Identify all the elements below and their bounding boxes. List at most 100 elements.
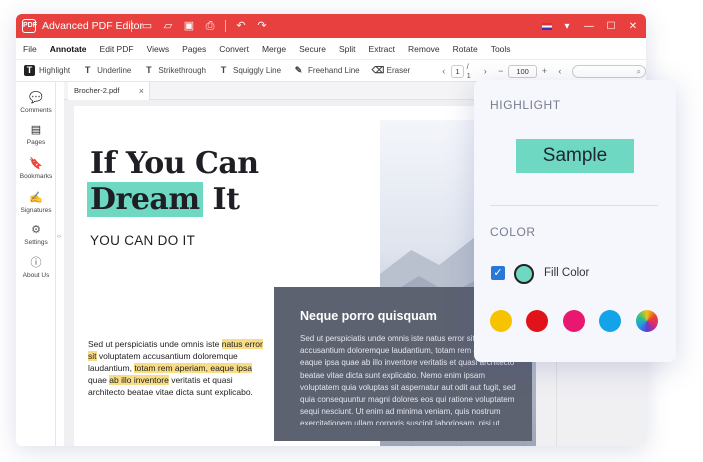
menu-split[interactable]: Split: [339, 44, 356, 54]
resize-arrows-icon: ‹›: [57, 234, 61, 240]
quote-box-title: Neque porro quisquam: [300, 309, 437, 323]
menu-merge[interactable]: Merge: [262, 44, 286, 54]
underline-tool[interactable]: T Underline: [82, 65, 132, 76]
left-sidebar: 💬 Comments ▤ Pages 🔖 Bookmarks ✍ Signatu…: [16, 82, 56, 446]
treeline: [380, 445, 536, 446]
sidebar-item-comments[interactable]: 💬 Comments: [16, 92, 56, 114]
menu-pages[interactable]: Pages: [182, 44, 206, 54]
fill-color-checkbox[interactable]: ✓: [491, 266, 505, 280]
page-headline: If You Can Dream It: [87, 146, 259, 218]
folder-icon[interactable]: ▱: [162, 20, 174, 32]
headline-word: It: [202, 182, 240, 217]
bookmark-icon: 🔖: [29, 158, 43, 170]
sidebar-item-about-us[interactable]: ⓘ About Us: [16, 257, 56, 279]
sidebar-label: Pages: [26, 139, 46, 146]
zoom-out-icon[interactable]: −: [495, 66, 506, 76]
headline-line-2: Dream It: [87, 182, 259, 218]
highlight-panel-heading: HIGHLIGHT: [490, 98, 561, 112]
next-page-icon[interactable]: ›: [480, 66, 491, 76]
page-total: / 1: [466, 62, 471, 80]
color-option-yellow[interactable]: [490, 310, 512, 332]
minimize-icon[interactable]: —: [582, 21, 596, 32]
underline-icon: T: [84, 65, 91, 75]
maximize-icon[interactable]: ☐: [604, 21, 618, 32]
app-logo-icon: PDF: [22, 19, 37, 33]
signature-icon: ✍: [29, 192, 43, 204]
highlighted-text[interactable]: totam rem aperiam, eaque ipsa: [134, 363, 252, 373]
menu-rotate[interactable]: Rotate: [453, 44, 478, 54]
document-tab-label: Brocher-2.pdf: [74, 86, 120, 95]
zoom-level[interactable]: 100 %: [508, 64, 537, 87]
highlight-sample: Sample: [516, 139, 634, 173]
open-file-icon[interactable]: ▭: [141, 20, 153, 32]
highlight-icon: T: [24, 65, 35, 76]
highlighted-text[interactable]: ab illo inventore: [109, 375, 169, 385]
strikethrough-tool[interactable]: T Strikethrough: [143, 65, 206, 76]
freehand-line-tool[interactable]: ✎ Freehand Line: [293, 65, 360, 76]
color-option-red[interactable]: [526, 310, 548, 332]
menu-convert[interactable]: Convert: [219, 44, 249, 54]
sidebar-item-settings[interactable]: ⚙ Settings: [16, 224, 56, 246]
text-run: quae: [88, 375, 110, 385]
menu-extract[interactable]: Extract: [369, 44, 395, 54]
sidebar-label: About Us: [22, 272, 50, 279]
highlight-settings-panel: HIGHLIGHT Sample COLOR ✓ Fill Color: [474, 80, 676, 362]
highlighted-word[interactable]: Dream: [87, 182, 203, 217]
search-icon: ⌕: [636, 66, 642, 76]
sidebar-label: Signatures: [20, 207, 52, 214]
save-icon[interactable]: ▣: [183, 20, 195, 32]
squiggly-line-tool[interactable]: T Squiggly Line: [218, 65, 281, 76]
sidebar-label: Comments: [20, 107, 52, 114]
color-picker-wheel-icon[interactable]: [636, 310, 658, 332]
page-subheading: YOU CAN DO IT: [90, 233, 196, 248]
annotate-toolbar: T Highlight T Underline T Strikethrough …: [16, 60, 646, 87]
sidebar-item-signatures[interactable]: ✍ Signatures: [16, 192, 56, 214]
undo-icon[interactable]: ↶: [235, 20, 247, 32]
language-dropdown-icon[interactable]: ▾: [560, 21, 574, 32]
menu-remove[interactable]: Remove: [408, 44, 440, 54]
color-option-pink[interactable]: [563, 310, 585, 332]
pen-icon: ✎: [294, 65, 303, 75]
stage: PDF Advanced PDF Editor ▭ ▱ ▣ ⎙ ↶ ↷ ▾ — …: [0, 0, 703, 462]
menu-views[interactable]: Views: [147, 44, 170, 54]
fill-color-swatch[interactable]: [514, 264, 534, 284]
menu-file[interactable]: File: [23, 44, 37, 54]
menu-annotate[interactable]: Annotate: [50, 44, 87, 54]
menu-secure[interactable]: Secure: [299, 44, 326, 54]
sidebar-item-bookmarks[interactable]: 🔖 Bookmarks: [16, 158, 56, 180]
panel-resize-handle[interactable]: ‹›: [56, 82, 64, 446]
document-tab[interactable]: Brocher-2.pdf ×: [68, 82, 150, 100]
fill-color-label: Fill Color: [544, 267, 590, 279]
comments-icon: 💬: [29, 92, 43, 104]
eraser-icon: ⌫: [371, 65, 385, 75]
title-bar: PDF Advanced PDF Editor ▭ ▱ ▣ ⎙ ↶ ↷ ▾ — …: [16, 14, 646, 38]
close-tab-icon[interactable]: ×: [139, 82, 144, 100]
eraser-tool[interactable]: ⌫ Eraser: [372, 65, 411, 76]
squiggly-icon: T: [220, 65, 227, 75]
highlight-tool[interactable]: T Highlight: [24, 65, 70, 76]
gear-icon: ⚙: [31, 224, 41, 236]
title-separator: [225, 20, 226, 32]
panel-divider: [490, 205, 658, 206]
tool-label: Strikethrough: [158, 66, 206, 75]
info-icon: ⓘ: [30, 257, 42, 269]
collapse-search-icon[interactable]: ‹: [554, 66, 565, 76]
zoom-in-icon[interactable]: +: [539, 66, 550, 76]
page-navigation: ‹ 1 / 1 › − 100 % + ‹ ⌕: [436, 60, 646, 87]
search-input[interactable]: ⌕: [571, 64, 646, 78]
sidebar-item-pages[interactable]: ▤ Pages: [16, 124, 56, 146]
page-number-input[interactable]: 1: [451, 64, 464, 78]
redo-icon[interactable]: ↷: [256, 20, 268, 32]
pages-icon: ▤: [30, 124, 42, 136]
menu-tools[interactable]: Tools: [491, 44, 511, 54]
color-option-blue[interactable]: [599, 310, 621, 332]
sidebar-label: Bookmarks: [19, 173, 53, 180]
tool-label: Highlight: [39, 66, 71, 75]
language-flag-icon[interactable]: [542, 22, 552, 30]
close-icon[interactable]: ✕: [626, 21, 640, 32]
tool-label: Squiggly Line: [232, 66, 282, 75]
print-icon[interactable]: ⎙: [204, 20, 216, 32]
tool-label: Underline: [97, 66, 132, 75]
menu-edit-pdf[interactable]: Edit PDF: [100, 44, 134, 54]
prev-page-icon[interactable]: ‹: [438, 66, 449, 76]
